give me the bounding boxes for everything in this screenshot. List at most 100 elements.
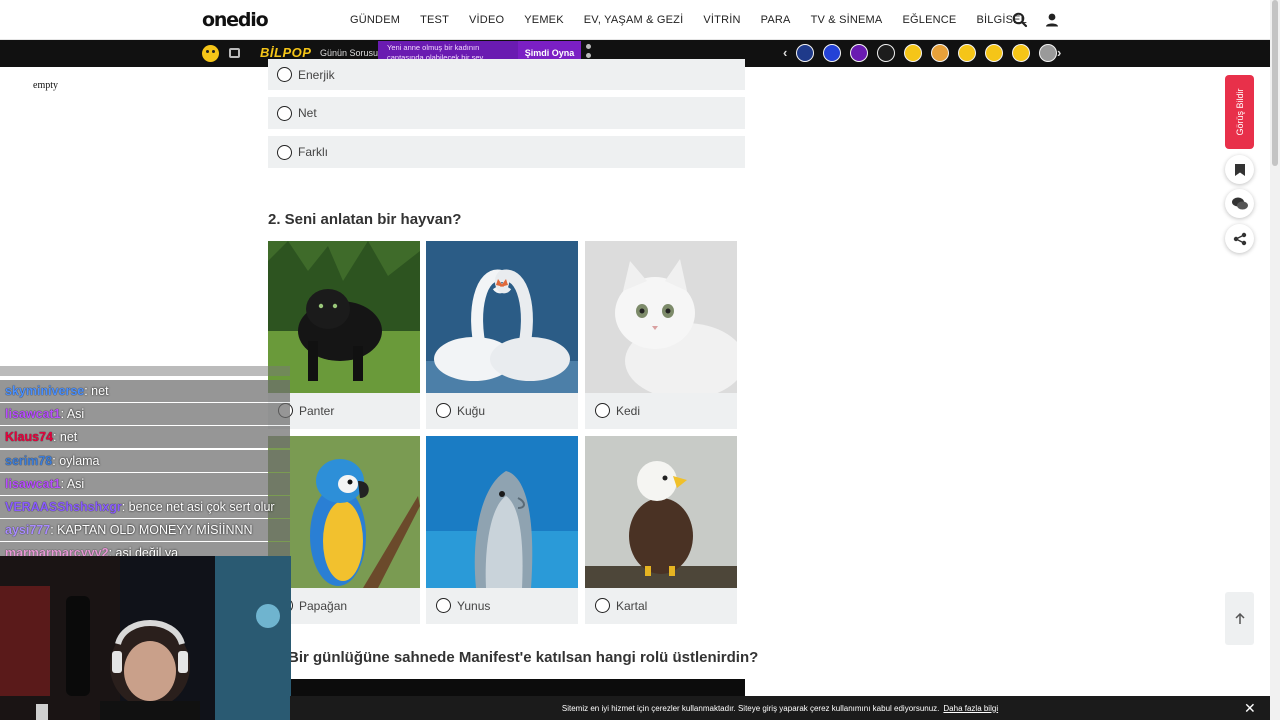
answer-label: Enerjik xyxy=(298,67,335,82)
question-title: Bir günlüğüne sahnede Manifest'e katılsa… xyxy=(288,649,759,666)
reaction-badge-icon[interactable] xyxy=(985,44,1003,62)
chevron-left-icon[interactable]: ‹ xyxy=(783,45,787,60)
radio-button[interactable] xyxy=(277,144,292,160)
radio-button[interactable] xyxy=(436,598,451,613)
bookmark-button[interactable] xyxy=(1225,155,1254,184)
radio-button[interactable] xyxy=(595,403,610,418)
answer-label: Kartal xyxy=(616,598,648,613)
reaction-badge-icon[interactable] xyxy=(958,44,976,62)
answer-caption: Yunus xyxy=(436,598,490,613)
answer-label: Farklı xyxy=(298,145,328,159)
chat-text: : Asi xyxy=(60,407,85,422)
radio-button[interactable] xyxy=(277,105,292,121)
chat-message: Klaus74: net xyxy=(0,426,290,449)
chat-text: : KAPTAN OLD MONEYY MİSİİNNN xyxy=(50,523,253,538)
chat-username: serim78 xyxy=(5,453,53,468)
answer-option-enerjik[interactable]: Enerjik xyxy=(268,59,745,90)
streamer-webcam xyxy=(0,556,291,720)
nav-link-para[interactable]: PARA xyxy=(761,14,791,26)
arrow-up-icon xyxy=(1234,612,1245,624)
chat-message: lisawcat1: Asi xyxy=(0,472,290,495)
swan-image xyxy=(426,241,578,393)
answer-caption: Kartal xyxy=(595,598,647,613)
dolphin-image xyxy=(426,436,578,588)
reaction-badge-icon[interactable] xyxy=(850,44,868,62)
reaction-badge-icon[interactable] xyxy=(931,44,949,62)
nav-link-gundem[interactable]: GÜNDEM xyxy=(350,14,400,26)
reaction-badge-icon[interactable] xyxy=(823,44,841,62)
close-icon[interactable]: ✕ xyxy=(1244,701,1256,715)
scroll-to-top-button[interactable] xyxy=(1225,592,1254,645)
answer-label: Net xyxy=(298,106,317,120)
comments-button[interactable] xyxy=(1225,189,1254,218)
share-icon xyxy=(1233,232,1246,245)
answer-tile-kartal[interactable]: Kartal xyxy=(585,436,737,624)
cookie-more-info-link[interactable]: Daha fazla bilgi xyxy=(943,704,998,713)
chat-username: aysi777 xyxy=(5,523,51,538)
eagle-image xyxy=(585,436,737,588)
chat-username: lisawcat1 xyxy=(5,476,61,491)
answer-option-net[interactable]: Net xyxy=(268,97,745,129)
daily-question-label: Günün Sorusu xyxy=(320,48,379,58)
share-button[interactable] xyxy=(1225,224,1254,253)
user-icon[interactable] xyxy=(1043,11,1061,29)
stream-chat-overlay: skyminiverse: net lisawcat1: Asi Klaus74… xyxy=(0,366,290,565)
radio-button[interactable] xyxy=(595,598,610,613)
chat-message: lisawcat1: Asi xyxy=(0,403,290,426)
reaction-badge-icon[interactable] xyxy=(796,44,814,62)
answer-caption: Kuğu xyxy=(436,403,485,418)
chat-message: serim78: oylama xyxy=(0,449,290,472)
reaction-badges xyxy=(796,44,1057,62)
nav-link-vitrin[interactable]: VİTRİN xyxy=(703,14,740,26)
answer-label: Panter xyxy=(299,403,335,418)
question-title: 2. Seni anlatan bir hayvan? xyxy=(268,211,462,228)
top-navigation: onedio GÜNDEM TEST VİDEO YEMEK EV, YAŞAM… xyxy=(0,0,1270,40)
chat-username: VERAASShshshxgr xyxy=(5,499,122,514)
chat-line-faded xyxy=(0,366,290,376)
chat-text: : oylama xyxy=(52,453,100,468)
answer-tile-panter[interactable]: Panter xyxy=(268,241,420,429)
feedback-button[interactable]: Görüş Bildir xyxy=(1225,75,1254,149)
nav-link-ev-yasam-gezi[interactable]: EV, YAŞAM & GEZİ xyxy=(584,14,684,26)
comments-icon xyxy=(1231,197,1248,209)
radio-button[interactable] xyxy=(436,403,451,418)
bilpop-logo[interactable]: BİLPOP xyxy=(260,45,311,60)
answer-label: Yunus xyxy=(457,598,491,613)
search-icon[interactable] xyxy=(1011,11,1029,29)
chat-message: VERAASShshshxgr: bence net asi çok sert … xyxy=(0,495,290,518)
chat-username: skyminiverse xyxy=(5,384,85,398)
answer-label: Kedi xyxy=(616,403,641,418)
cookie-text: Sitemiz en iyi hizmet için çerezler kull… xyxy=(561,703,940,713)
nav-link-yemek[interactable]: YEMEK xyxy=(524,14,564,26)
daily-question-line-1: Yeni anne olmuş bir kadının xyxy=(387,43,480,52)
reaction-badge-icon[interactable] xyxy=(1039,44,1057,62)
onedio-logo[interactable]: onedio xyxy=(202,9,269,31)
answer-caption: Kedi xyxy=(595,403,640,418)
answer-tile-kugu[interactable]: Kuğu xyxy=(426,241,578,429)
ticket-icon[interactable] xyxy=(229,48,240,58)
chat-text: : net xyxy=(52,430,78,445)
chat-message: aysi777: KAPTAN OLD MONEYY MİSİİNNN xyxy=(0,519,290,542)
smiley-icon[interactable] xyxy=(202,45,219,62)
nav-link-test[interactable]: TEST xyxy=(420,14,449,26)
answer-tile-yunus[interactable]: Yunus xyxy=(426,436,578,624)
chat-username: lisawcat1 xyxy=(5,407,61,422)
reaction-badge-icon[interactable] xyxy=(1012,44,1030,62)
nav-link-eglence[interactable]: EĞLENCE xyxy=(902,14,956,26)
reaction-badge-icon[interactable] xyxy=(904,44,922,62)
nav-links: GÜNDEM TEST VİDEO YEMEK EV, YAŞAM & GEZİ… xyxy=(340,0,1037,40)
reaction-badge-icon[interactable] xyxy=(877,44,895,62)
scrollbar-thumb[interactable] xyxy=(1272,0,1278,166)
answer-tile-kedi[interactable]: Kedi xyxy=(585,241,737,429)
radio-button[interactable] xyxy=(277,67,292,82)
nav-link-tv-sinema[interactable]: TV & SİNEMA xyxy=(811,14,883,26)
chevron-right-icon[interactable]: › xyxy=(1057,45,1061,60)
nav-link-video[interactable]: VİDEO xyxy=(469,14,504,26)
chat-text: : bence net asi çok sert olur xyxy=(121,499,275,514)
cat-image xyxy=(585,241,737,393)
answer-option-farkli[interactable]: Farklı xyxy=(268,136,745,168)
feedback-label: Görüş Bildir xyxy=(1234,88,1245,136)
cookie-consent-bar: Sitemiz en iyi hizmet için çerezler kull… xyxy=(290,696,1270,720)
chat-message: skyminiverse: net xyxy=(0,380,290,402)
panther-image xyxy=(268,241,420,393)
